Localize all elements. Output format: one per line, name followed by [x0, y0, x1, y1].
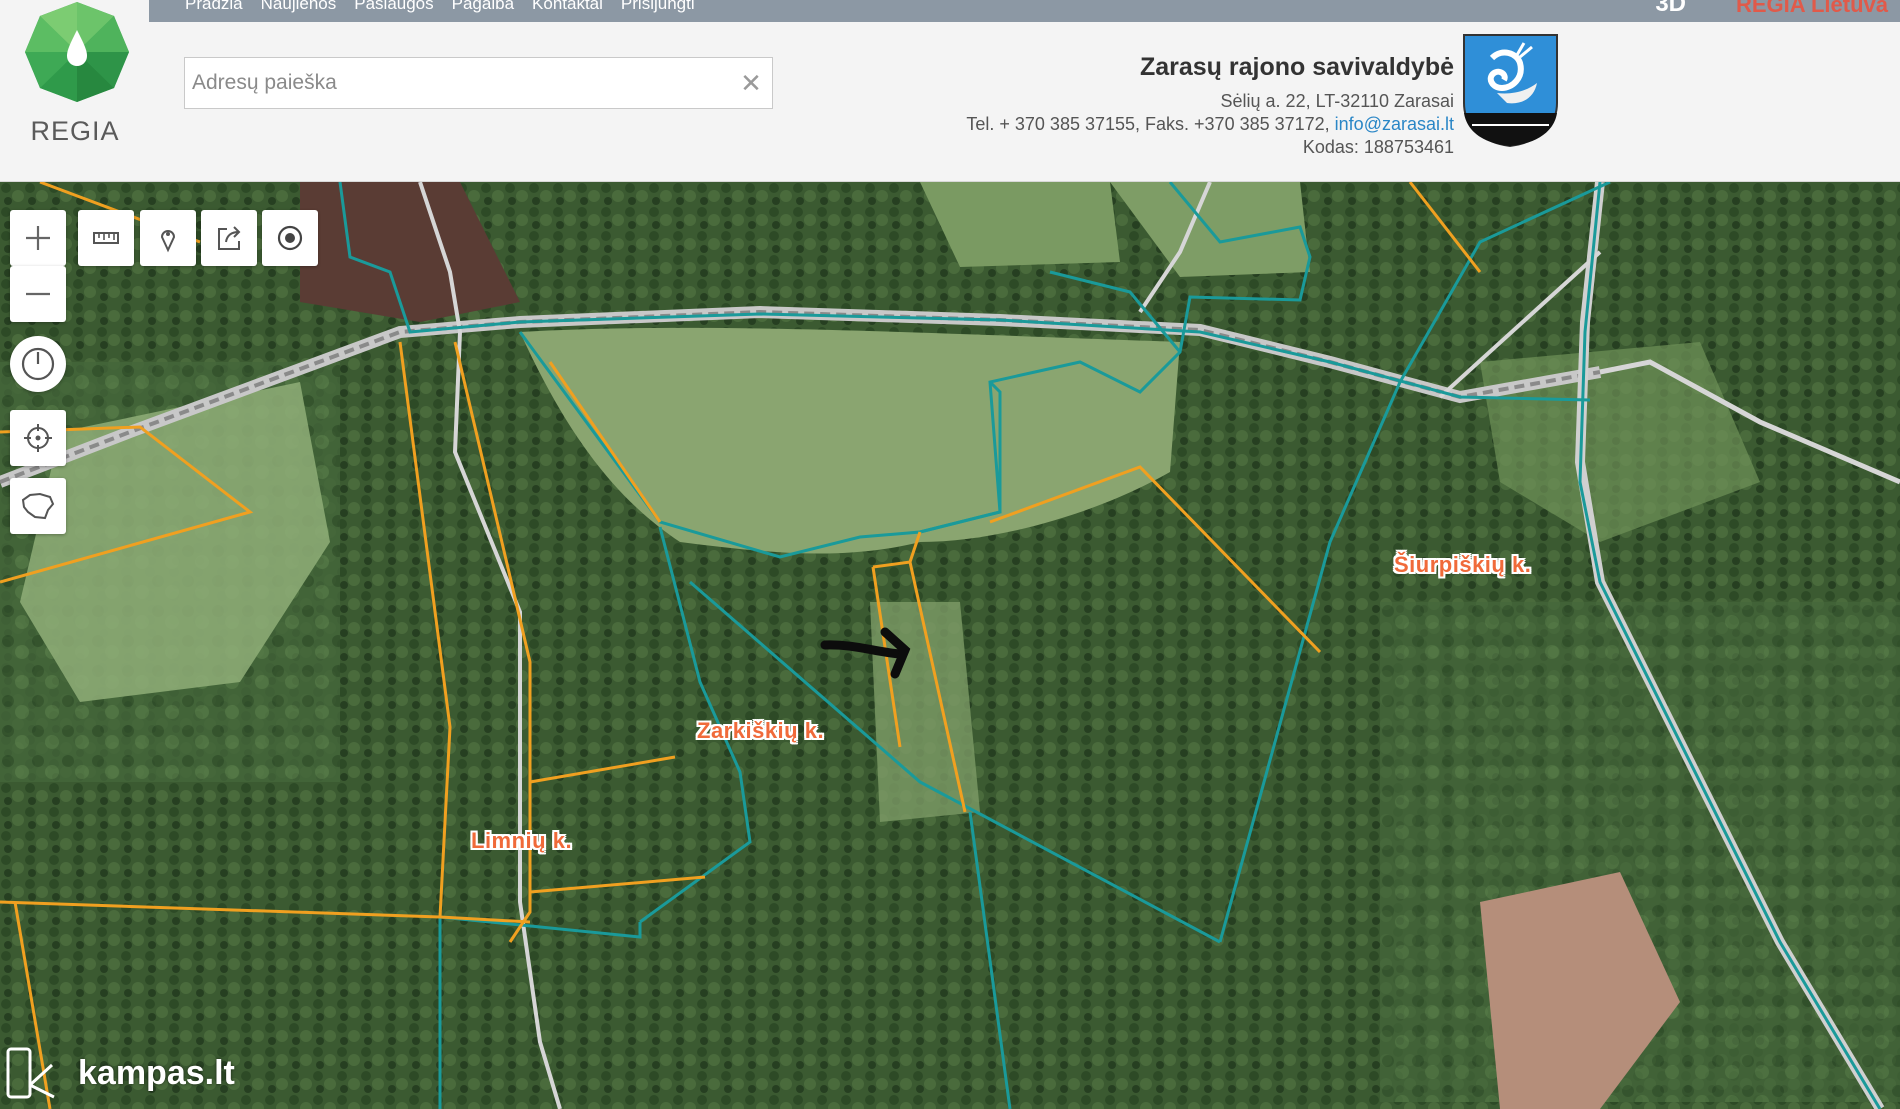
crosshair-icon [24, 424, 52, 452]
gps-button[interactable] [10, 410, 66, 466]
nav-menu: Pradžia Naujienos Paslaugos Pagalba Kont… [185, 0, 695, 14]
history-button[interactable] [10, 336, 66, 392]
target-icon [277, 225, 303, 251]
nav-item-news[interactable]: Naujienos [261, 0, 337, 14]
address-search: ✕ [184, 57, 773, 109]
map-view[interactable]: Šiurpiškių k. Zarkiškių k. Limnių k. [0, 182, 1900, 1109]
nav-item-help[interactable]: Pagalba [452, 0, 514, 14]
minus-icon [26, 292, 50, 296]
nav-item-services[interactable]: Paslaugos [354, 0, 433, 14]
municipality-phone: Tel. + 370 385 37155, Faks. +370 385 371… [966, 114, 1335, 134]
close-icon[interactable]: ✕ [738, 70, 764, 96]
page-header: Pradžia Naujienos Paslaugos Pagalba Kont… [0, 0, 1900, 182]
clock-icon [21, 347, 55, 381]
nav-item-login[interactable]: Prisijungti [621, 0, 695, 14]
map-pin-icon [160, 230, 176, 253]
3d-mode-button[interactable]: 3D [1655, 0, 1686, 18]
municipality-email-link[interactable]: info@zarasai.lt [1335, 114, 1454, 134]
share-button[interactable] [201, 210, 257, 266]
share-icon [218, 226, 241, 250]
zoom-out-button[interactable] [10, 266, 66, 322]
zoom-in-button[interactable] [10, 210, 66, 266]
locate-button[interactable] [262, 210, 318, 266]
nav-item-contacts[interactable]: Kontaktai [532, 0, 603, 14]
plus-icon [26, 226, 50, 250]
municipality-address: Sėlių a. 22, LT-32110 Zarasai [1220, 91, 1454, 111]
municipality-info: Zarasų rajono savivaldybė Sėlių a. 22, L… [966, 52, 1454, 159]
marker-button[interactable] [140, 210, 196, 266]
municipality-contacts: Tel. + 370 385 37155, Faks. +370 385 371… [966, 113, 1454, 136]
regia-logo[interactable]: REGIA [22, 0, 132, 150]
aerial-imagery [0, 182, 1900, 1109]
nav-item-home[interactable]: Pradžia [185, 0, 243, 14]
regia-logo-icon [25, 2, 129, 102]
top-navigation: Pradžia Naujienos Paslaugos Pagalba Kont… [149, 0, 1900, 22]
regia-lietuva-link[interactable]: REGIA Lietuva [1736, 0, 1888, 18]
address-search-input[interactable] [185, 58, 725, 108]
kampas-watermark: kampas.lt [4, 1045, 235, 1101]
measure-button[interactable] [78, 210, 134, 266]
municipality-name: Zarasų rajono savivaldybė [1139, 53, 1454, 81]
place-label-siurpiskiu: Šiurpiškių k. [1394, 552, 1532, 577]
zarasai-coat-of-arms-icon [1463, 34, 1558, 148]
lithuania-outline-icon [21, 492, 55, 520]
regia-logo-text: REGIA [30, 116, 120, 146]
place-label-zarkiskiu: Zarkiškių k. [697, 718, 825, 743]
country-extent-button[interactable] [10, 478, 66, 534]
place-label-limniu: Limnių k. [471, 828, 573, 853]
kampas-logo-icon [6, 1047, 55, 1099]
ruler-icon [93, 232, 119, 244]
municipality-code: Kodas: 188753461 [1302, 137, 1454, 157]
kampas-watermark-text: kampas.lt [78, 1053, 235, 1092]
